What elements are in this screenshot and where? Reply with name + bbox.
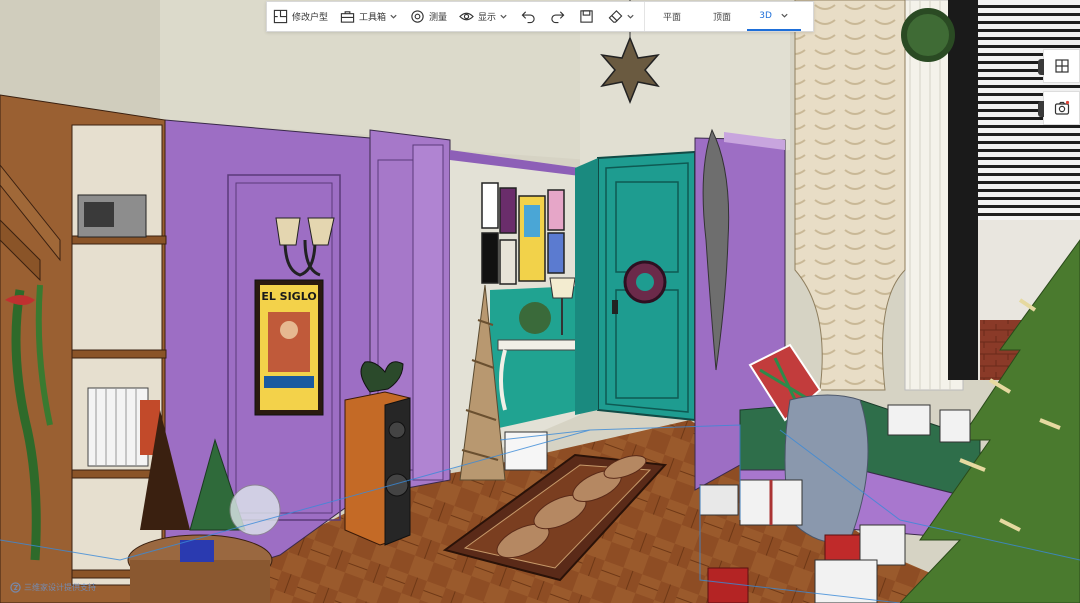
measure-button[interactable]: 测量	[404, 2, 453, 31]
eye-icon	[459, 12, 474, 21]
watermark-text: 三维家设计提供支持	[24, 583, 96, 592]
view-top-label: 顶面	[713, 13, 732, 23]
layout-icon	[1054, 59, 1069, 73]
layout-button[interactable]	[1038, 49, 1080, 83]
books	[87, 387, 149, 467]
poster-text: EL SIGLO	[261, 290, 316, 303]
save-icon	[580, 10, 593, 23]
edit-floorplan-button[interactable]: 修改户型	[267, 2, 334, 31]
view-top-tab[interactable]: 顶面	[697, 2, 747, 31]
right-toolbar	[1038, 49, 1080, 129]
watermark: 三维家设计提供支持	[10, 582, 96, 593]
chevron-down-icon	[627, 14, 634, 19]
measure-icon	[411, 10, 424, 23]
panel-handle[interactable]	[1038, 59, 1044, 75]
logo-icon	[10, 582, 21, 593]
clear-dropdown[interactable]	[601, 2, 642, 31]
top-toolbar: 修改户型 工具箱 测量 显示 平面 顶面 3D	[266, 1, 814, 32]
save-button[interactable]	[572, 2, 601, 31]
chevron-down-icon	[500, 14, 507, 19]
display-dropdown[interactable]: 显示	[453, 2, 514, 31]
view-3d-label: 3D	[759, 10, 772, 21]
view-plan-tab[interactable]: 平面	[647, 2, 697, 31]
chevron-down-icon	[781, 13, 788, 18]
toolbox-label: 工具箱	[359, 13, 387, 23]
view-plan-label: 平面	[663, 13, 682, 23]
screenshot-button[interactable]	[1038, 91, 1080, 125]
measure-label: 测量	[429, 13, 448, 23]
redo-icon	[551, 11, 565, 24]
eraser-icon	[608, 10, 623, 23]
undo-button[interactable]	[514, 2, 543, 31]
toolbar-divider	[644, 2, 646, 31]
edit-floorplan-label: 修改户型	[292, 13, 329, 23]
view-3d-tab[interactable]: 3D	[747, 2, 802, 31]
toolbox-dropdown[interactable]: 工具箱	[334, 2, 404, 31]
panel-handle[interactable]	[1038, 101, 1044, 117]
3d-viewport[interactable]: EL SIGLO	[0, 0, 1080, 603]
camera-icon	[1054, 100, 1069, 115]
undo-icon	[521, 11, 535, 24]
floorplan-icon	[273, 9, 288, 24]
redo-button[interactable]	[543, 2, 572, 31]
wreath-window	[901, 8, 955, 62]
chevron-down-icon	[390, 14, 397, 19]
display-label: 显示	[478, 13, 497, 23]
toolbox-icon	[340, 11, 355, 23]
